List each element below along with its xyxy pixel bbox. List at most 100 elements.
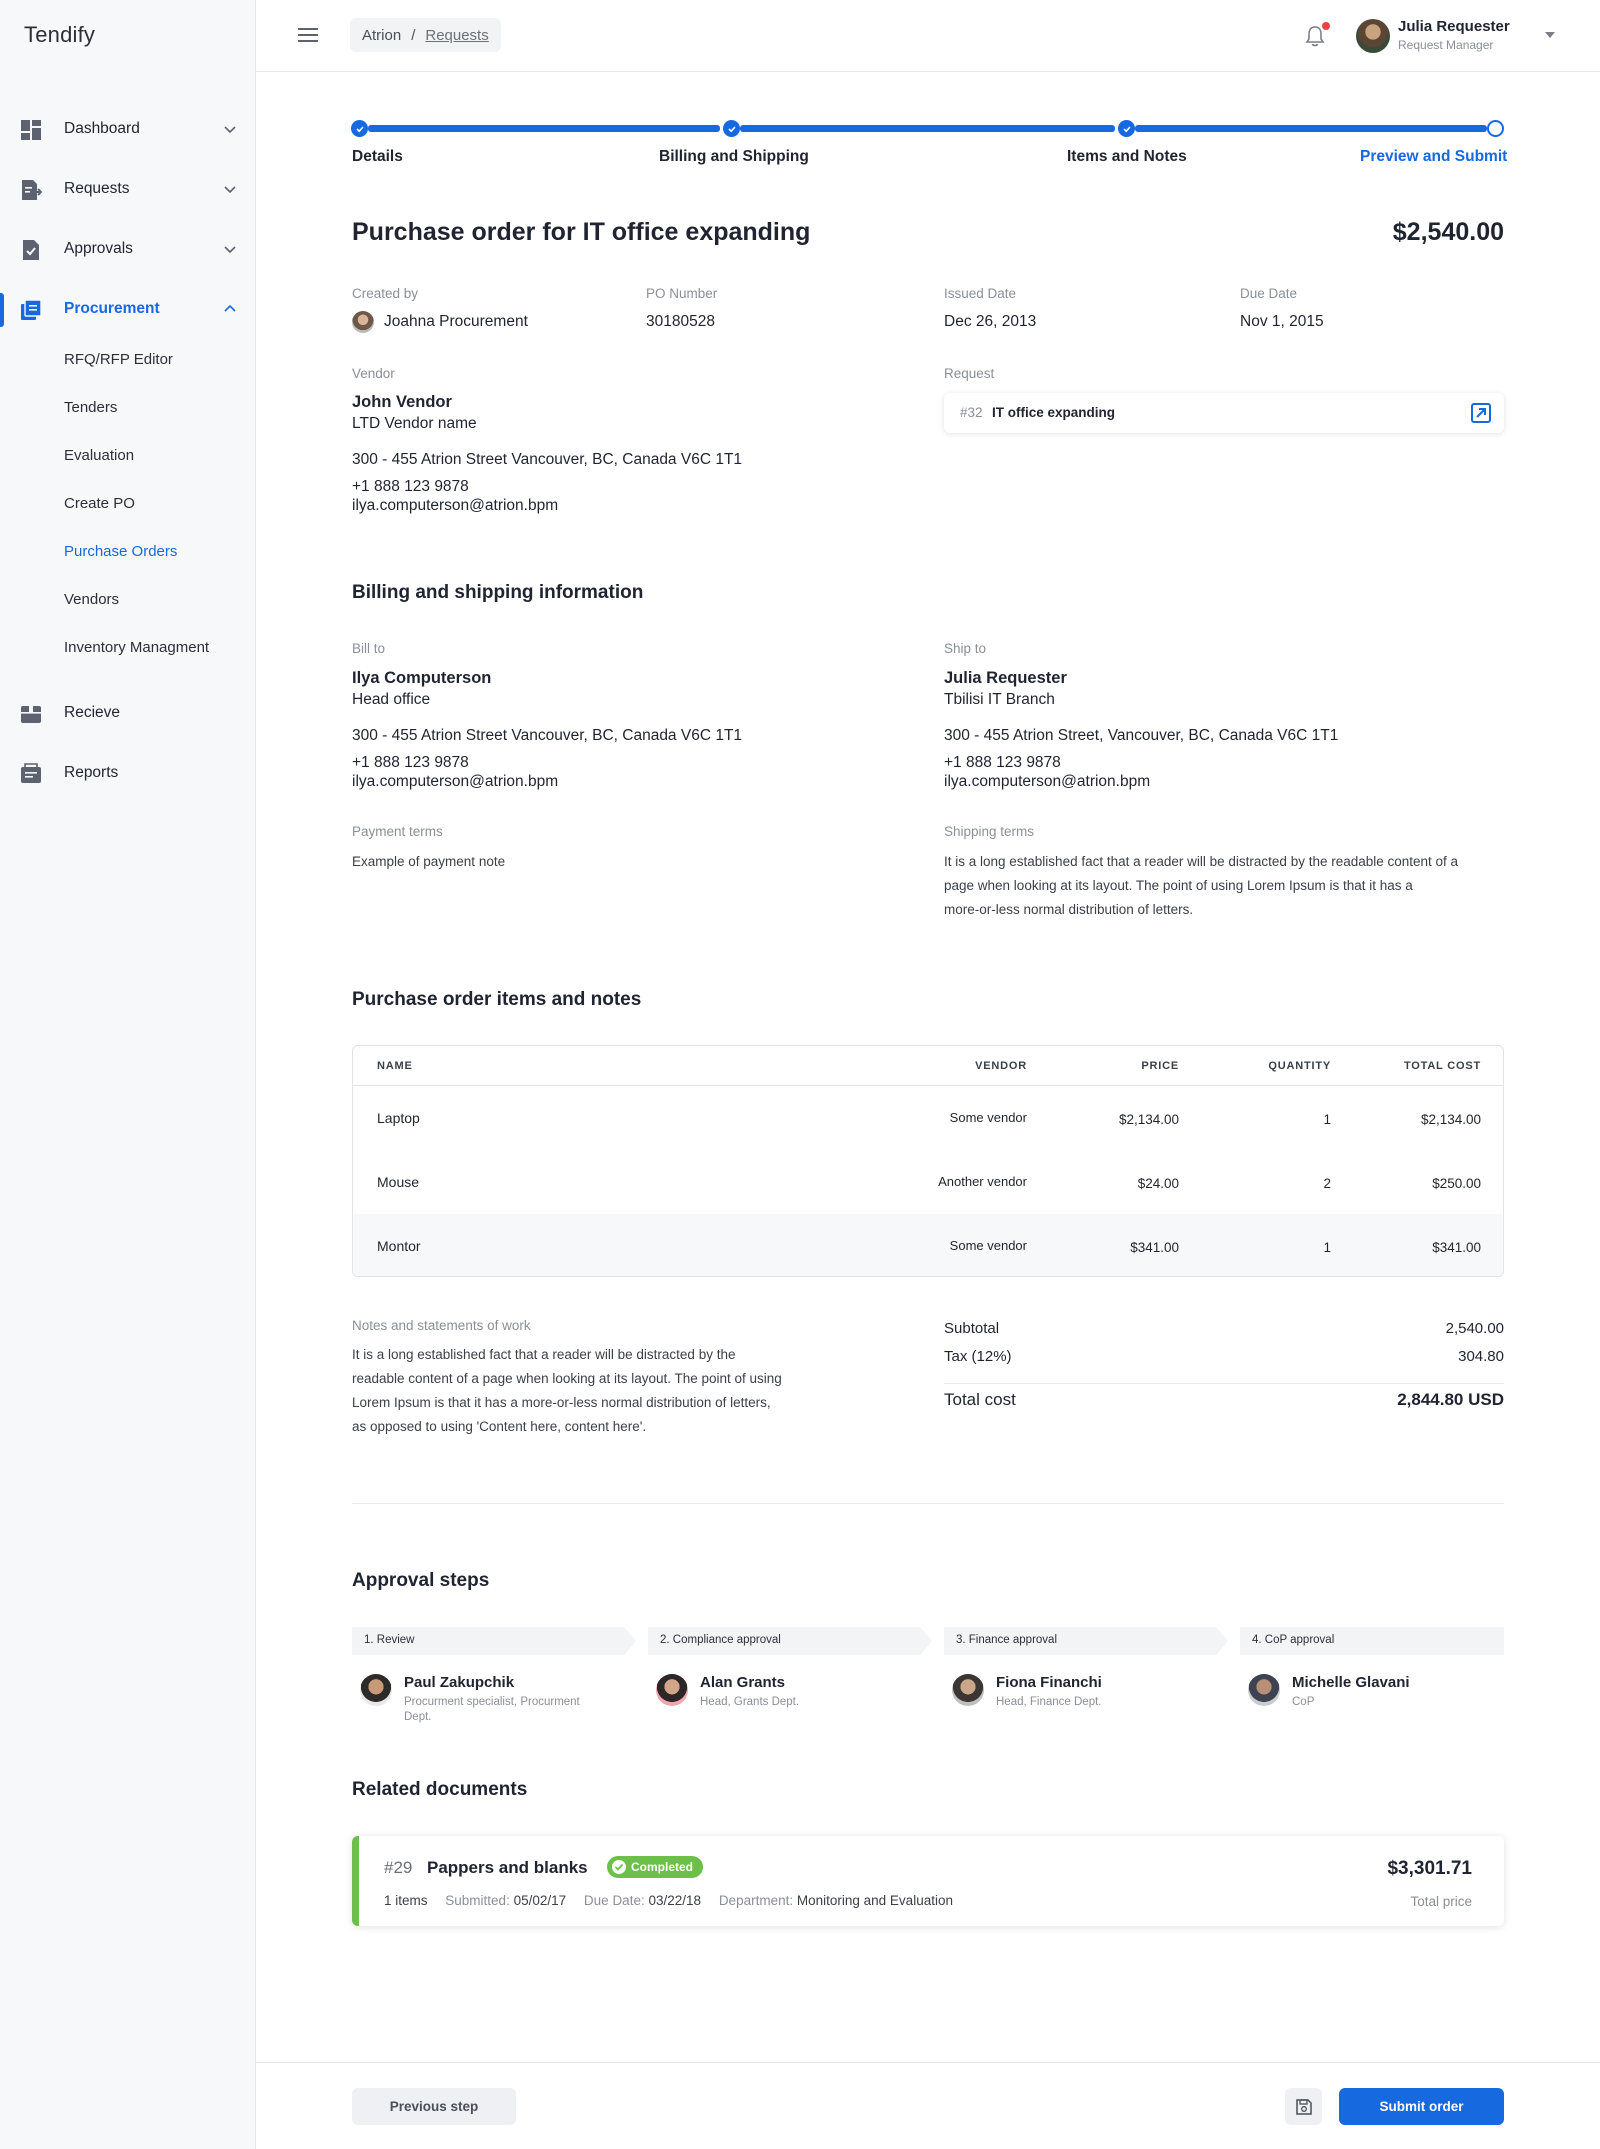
cell-vendor: Some vendor — [949, 1238, 1027, 1253]
hamburger-menu-icon[interactable] — [298, 26, 318, 44]
approver-name[interactable]: Fiona Financhi — [996, 1674, 1102, 1691]
items-section-title: Purchase order items and notes — [352, 989, 642, 1010]
breadcrumb-separator: / — [411, 26, 416, 44]
related-document-card[interactable]: #29 Pappers and blanks Completed 1 items… — [352, 1836, 1504, 1926]
created-by-value: Joahna Procurement — [384, 313, 528, 330]
shipping-terms-label: Shipping terms — [944, 824, 1035, 839]
vendor-name: John Vendor — [352, 393, 452, 411]
tax-label: Tax (12%) — [944, 1348, 1012, 1365]
notes-line: Lorem Ipsum is that it has a more-or-les… — [352, 1395, 771, 1410]
step-label-preview[interactable]: Preview and Submit — [1360, 148, 1507, 166]
document-price: $3,301.71 — [1387, 1858, 1472, 1879]
step-current-circle-icon[interactable] — [1487, 120, 1504, 137]
step-check-icon[interactable] — [351, 120, 368, 137]
step-label-billing[interactable]: Billing and Shipping — [659, 148, 809, 166]
sidebar-item-requests[interactable]: Requests — [0, 169, 256, 209]
table-row[interactable]: Mouse Another vendor $24.00 2 $250.00 — [353, 1150, 1503, 1214]
cell-quantity: 2 — [1323, 1176, 1331, 1191]
request-number: #32 — [960, 405, 983, 420]
cell-total: $250.00 — [1432, 1176, 1481, 1191]
sidebar-item-reports[interactable]: Reports — [0, 753, 256, 793]
total-cost-label: Total cost — [944, 1390, 1016, 1409]
requests-icon — [22, 180, 42, 200]
approver-avatar — [360, 1674, 392, 1706]
step-label-details[interactable]: Details — [352, 148, 403, 166]
sidebar-subitem-rfq-editor[interactable]: RFQ/RFP Editor — [64, 351, 173, 368]
column-header-vendor[interactable]: VENDOR — [975, 1060, 1027, 1072]
vendor-phone: +1 888 123 9878 — [352, 478, 469, 495]
column-header-quantity[interactable]: QUANTITY — [1268, 1060, 1331, 1072]
column-header-name[interactable]: NAME — [377, 1060, 413, 1072]
status-text: Completed — [631, 1860, 694, 1874]
approver-name[interactable]: Michelle Glavani — [1292, 1674, 1410, 1691]
approver-name[interactable]: Alan Grants — [700, 1674, 785, 1691]
external-link-icon[interactable] — [1470, 402, 1492, 424]
approver-name[interactable]: Paul Zakupchik — [404, 1674, 514, 1691]
user-name[interactable]: Julia Requester — [1398, 18, 1510, 35]
step-label-items[interactable]: Items and Notes — [1067, 148, 1187, 166]
step-check-icon[interactable] — [723, 120, 740, 137]
column-header-price[interactable]: PRICE — [1141, 1060, 1179, 1072]
save-draft-button[interactable] — [1285, 2088, 1322, 2125]
ship-to-subtitle: Tbilisi IT Branch — [944, 691, 1055, 708]
sidebar-item-procurement[interactable]: Procurement — [0, 289, 256, 329]
department-value: Monitoring and Evaluation — [796, 1893, 953, 1908]
breadcrumb-item-requests[interactable]: Requests — [425, 27, 488, 44]
ship-to-address: 300 - 455 Atrion Street, Vancouver, BC, … — [944, 727, 1339, 744]
cell-quantity: 1 — [1323, 1240, 1331, 1255]
creator-avatar — [352, 311, 374, 333]
footer-bar: Previous step Submit order — [256, 2062, 1600, 2149]
cell-total: $2,134.00 — [1420, 1112, 1481, 1127]
sidebar-subitem-create-po[interactable]: Create PO — [64, 495, 135, 512]
cell-vendor: Another vendor — [938, 1174, 1027, 1189]
brand-logo[interactable]: Tendify — [24, 22, 95, 48]
cell-name: Montor — [377, 1238, 421, 1254]
receive-icon — [21, 706, 41, 723]
vendor-subtitle: LTD Vendor name — [352, 415, 477, 432]
submit-order-button[interactable]: Submit order — [1339, 2088, 1504, 2125]
sidebar-subitem-inventory[interactable]: Inventory Managment — [64, 639, 209, 656]
step-check-icon[interactable] — [1118, 120, 1135, 137]
bill-to-label: Bill to — [352, 641, 386, 656]
sidebar-subitem-vendors[interactable]: Vendors — [64, 591, 119, 608]
table-row[interactable]: Laptop Some vendor $2,134.00 1 $2,134.00 — [353, 1086, 1503, 1150]
bill-to-name: Ilya Computerson — [352, 669, 492, 687]
breadcrumb-item-atrion[interactable]: Atrion — [362, 27, 401, 44]
sidebar-subitem-tenders[interactable]: Tenders — [64, 399, 117, 416]
subtotal-value: 2,540.00 — [1445, 1320, 1504, 1337]
approver-avatar — [656, 1674, 688, 1706]
sidebar-subitem-purchase-orders[interactable]: Purchase Orders — [64, 543, 177, 560]
approver-avatar — [952, 1674, 984, 1706]
table-row[interactable]: Montor Some vendor $341.00 1 $341.00 — [353, 1214, 1503, 1276]
sidebar-item-dashboard[interactable]: Dashboard — [0, 109, 256, 149]
chevron-down-icon — [224, 186, 236, 194]
po-number-label: PO Number — [646, 286, 718, 301]
vendor-email: ilya.computerson@atrion.bpm — [352, 497, 559, 514]
cell-name: Laptop — [377, 1110, 420, 1126]
sidebar-subitem-evaluation[interactable]: Evaluation — [64, 447, 134, 464]
document-title: Pappers and blanks — [427, 1858, 588, 1877]
request-name: IT office expanding — [992, 405, 1116, 420]
page-title: Purchase order for IT office expanding — [352, 218, 811, 246]
user-role: Request Manager — [1398, 38, 1494, 52]
caret-down-icon[interactable] — [1543, 30, 1557, 40]
step-progress-line — [740, 125, 1115, 132]
user-avatar[interactable] — [1356, 19, 1390, 53]
request-card[interactable]: #32 IT office expanding — [944, 393, 1504, 433]
column-header-total-cost[interactable]: TOTAL COST — [1404, 1060, 1481, 1072]
previous-step-button[interactable]: Previous step — [352, 2088, 516, 2125]
cell-total: $341.00 — [1432, 1240, 1481, 1255]
sidebar-item-receive[interactable]: Recieve — [0, 693, 256, 733]
cell-price: $24.00 — [1137, 1176, 1179, 1191]
notification-dot — [1322, 22, 1330, 30]
due-date-label: Due Date — [1240, 286, 1298, 301]
approver-role: Procurment specialist, Procurment — [404, 1696, 580, 1708]
approvals-section-title: Approval steps — [352, 1570, 490, 1591]
document-price-label: Total price — [1410, 1894, 1472, 1909]
approver-role: CoP — [1292, 1696, 1315, 1708]
po-amount: $2,540.00 — [1392, 218, 1504, 246]
approver-role: Head, Finance Dept. — [996, 1696, 1102, 1708]
chevron-down-icon — [224, 246, 236, 254]
sidebar-item-approvals[interactable]: Approvals — [0, 229, 256, 269]
totals-divider — [944, 1383, 1504, 1384]
